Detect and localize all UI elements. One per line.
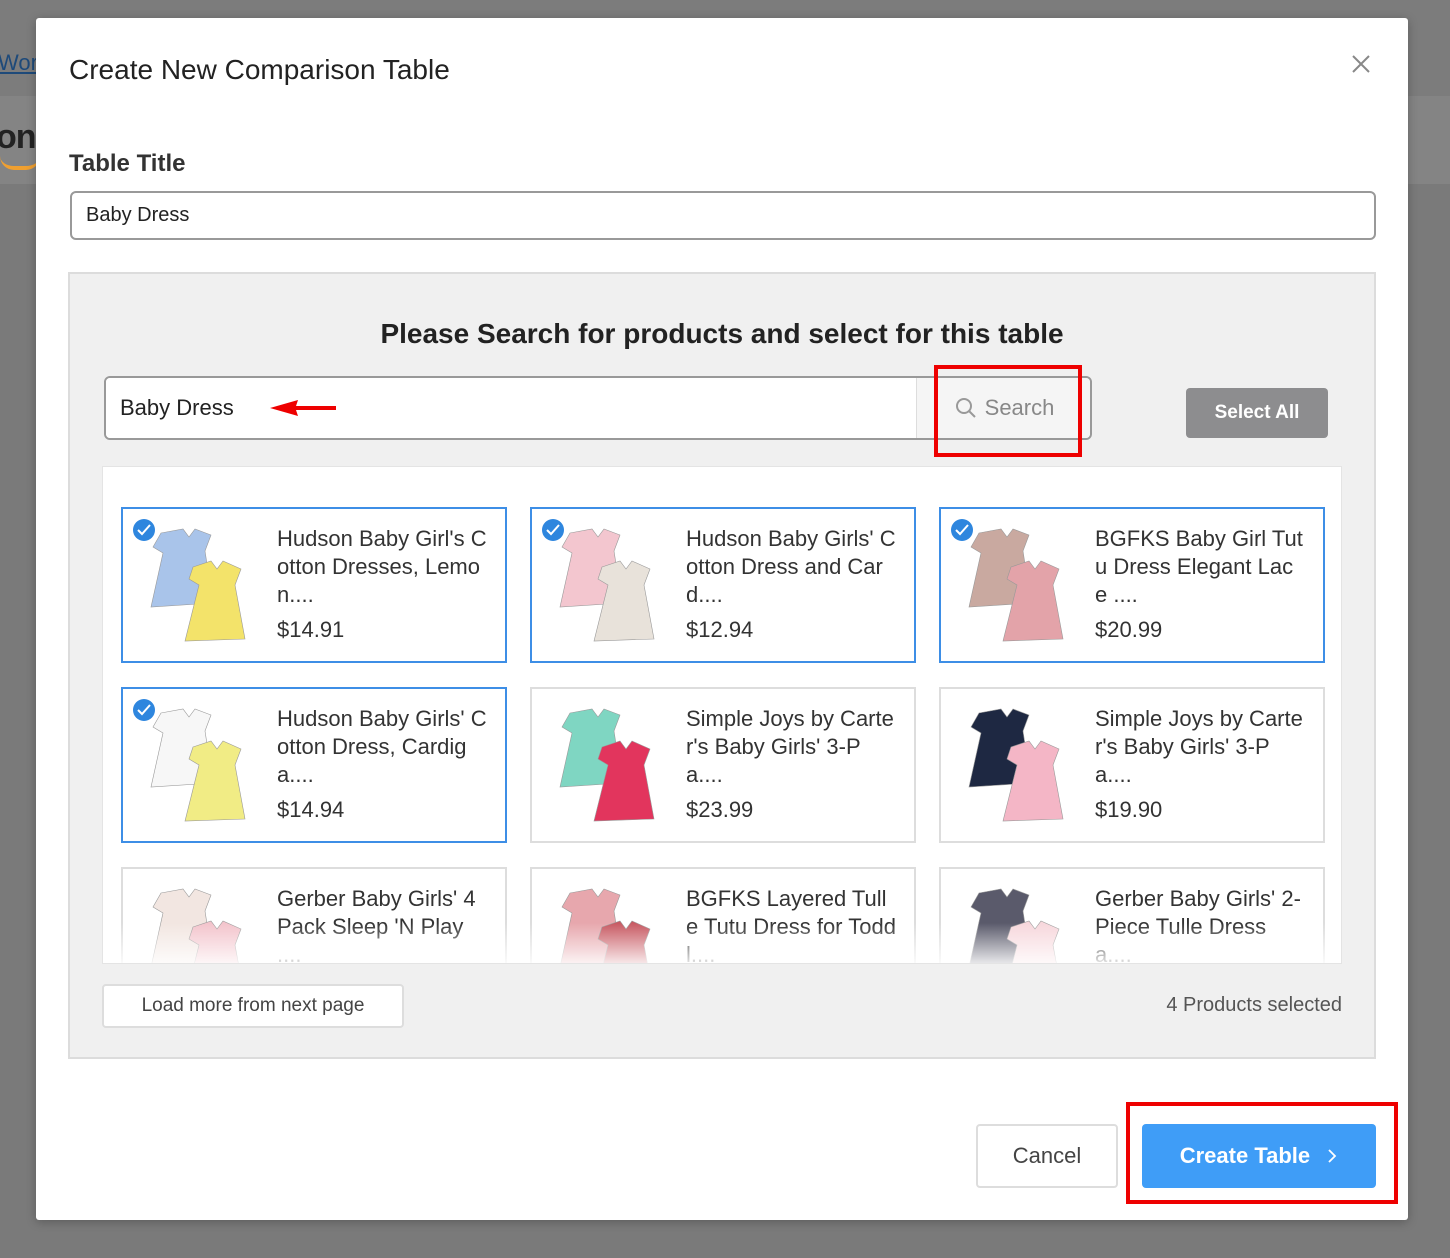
product-name: Gerber Baby Girls' 2-Piece Tulle Dress a… — [1095, 886, 1301, 964]
product-image — [959, 883, 1071, 963]
product-name: Simple Joys by Carter's Baby Girls' 3-Pa… — [686, 706, 894, 787]
product-image — [550, 703, 662, 827]
product-card[interactable]: Hudson Baby Girls' Cotton Dress and Card… — [530, 507, 916, 663]
product-price: $23.99 — [686, 797, 754, 822]
create-highlight-box — [1126, 1102, 1398, 1204]
product-image — [550, 883, 662, 963]
modal-title: Create New Comparison Table — [69, 54, 450, 85]
search-highlight-box — [934, 365, 1082, 457]
product-image — [959, 523, 1071, 647]
product-results-grid: Hudson Baby Girl's Cotton Dresses, Lemon… — [102, 466, 1342, 964]
load-more-button[interactable]: Load more from next page — [102, 984, 404, 1028]
product-card[interactable]: Simple Joys by Carter's Baby Girls' 3-Pa… — [939, 687, 1325, 843]
product-card[interactable]: BGFKS Baby Girl Tutu Dress Elegant Lace … — [939, 507, 1325, 663]
product-name: Simple Joys by Carter's Baby Girls' 3-Pa… — [1095, 706, 1303, 787]
product-image — [959, 703, 1071, 827]
product-price: $20.99 — [1095, 617, 1163, 642]
search-input[interactable] — [106, 378, 916, 438]
table-title-input[interactable] — [70, 191, 1376, 240]
product-price: $19.90 — [1095, 797, 1163, 822]
product-price: $14.94 — [277, 797, 345, 822]
product-name: Gerber Baby Girls' 4 Pack Sleep 'N Play … — [277, 886, 476, 964]
table-title-label: Table Title — [69, 150, 186, 177]
product-card[interactable]: Simple Joys by Carter's Baby Girls' 3-Pa… — [530, 687, 916, 843]
product-name: BGFKS Layered Tulle Tutu Dress for Toddl… — [686, 886, 896, 964]
selected-count: 4 Products selected — [1166, 994, 1342, 1016]
product-card[interactable]: Hudson Baby Girl's Cotton Dresses, Lemon… — [121, 507, 507, 663]
product-name: Hudson Baby Girl's Cotton Dresses, Lemon… — [277, 526, 487, 607]
product-name: Hudson Baby Girls' Cotton Dress and Card… — [686, 526, 896, 607]
product-card[interactable]: Hudson Baby Girls' Cotton Dress, Cardiga… — [121, 687, 507, 843]
red-arrow-icon — [270, 400, 336, 416]
select-all-button[interactable]: Select All — [1186, 388, 1328, 438]
close-icon[interactable] — [1346, 50, 1376, 80]
create-table-modal: Create New Comparison Table Table Title … — [36, 18, 1408, 1220]
product-price: $14.91 — [277, 617, 345, 642]
product-image — [141, 883, 253, 963]
product-card[interactable]: Gerber Baby Girls' 2-Piece Tulle Dress a… — [939, 867, 1325, 964]
product-image — [550, 523, 662, 647]
product-image — [141, 703, 253, 827]
background-logo: on — [0, 118, 37, 156]
product-name: BGFKS Baby Girl Tutu Dress Elegant Lace … — [1095, 526, 1303, 607]
product-card[interactable]: BGFKS Layered Tulle Tutu Dress for Toddl… — [530, 867, 916, 964]
product-image — [141, 523, 253, 647]
product-card[interactable]: Gerber Baby Girls' 4 Pack Sleep 'N Play … — [121, 867, 507, 964]
product-price: $12.94 — [686, 617, 754, 642]
product-name: Hudson Baby Girls' Cotton Dress, Cardiga… — [277, 706, 487, 787]
search-heading: Please Search for products and select fo… — [380, 318, 1064, 349]
product-search-panel: Please Search for products and select fo… — [68, 272, 1376, 1059]
cancel-button[interactable]: Cancel — [976, 1124, 1118, 1188]
